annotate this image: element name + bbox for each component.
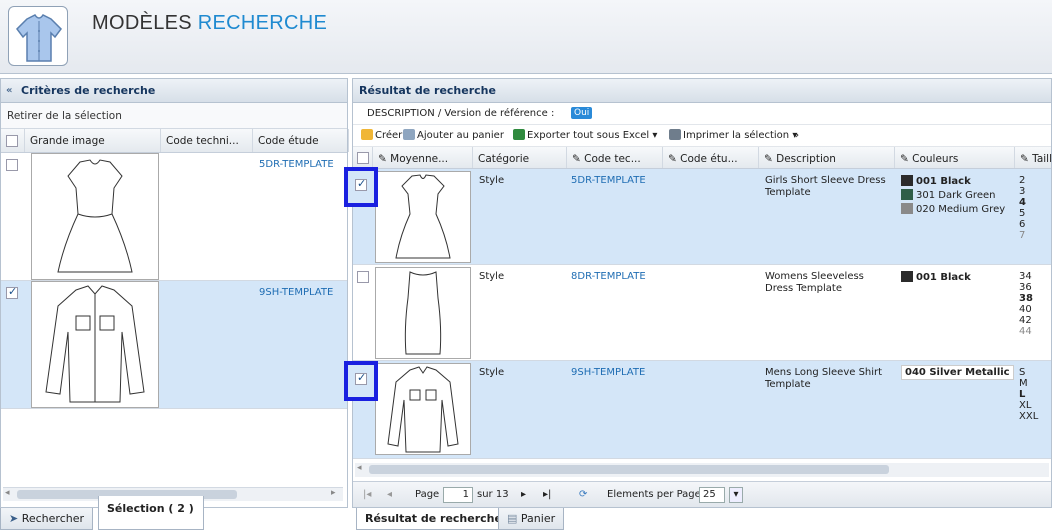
row-checkbox-highlight[interactable] bbox=[344, 361, 378, 401]
garment-logo-icon bbox=[8, 6, 68, 66]
code-link[interactable]: 9SH-TEMPLATE bbox=[259, 287, 333, 298]
row-checkbox[interactable] bbox=[357, 271, 369, 283]
version-badge[interactable]: Oui bbox=[571, 107, 593, 119]
printer-icon bbox=[669, 129, 681, 140]
next-page-icon[interactable]: ▸ bbox=[521, 482, 526, 508]
sizes-list: 234567 bbox=[1019, 175, 1026, 241]
row-checkbox[interactable] bbox=[6, 285, 18, 299]
colors-list: 001 Black 301 Dark Green 020 Medium Grey bbox=[901, 175, 1005, 217]
results-grid-header: ✎ Moyenne... Catégorie ✎ Code tec... ✎ C… bbox=[353, 147, 1052, 169]
shirt-thumbnail bbox=[31, 281, 159, 408]
col-code-etude[interactable]: Code étude bbox=[253, 129, 349, 152]
left-grid-header: Grande image Code techni... Code étude bbox=[1, 129, 349, 153]
code-link[interactable]: 5DR-TEMPLATE bbox=[571, 175, 646, 186]
tab-selection[interactable]: Sélection ( 2 ) bbox=[98, 496, 204, 530]
tab-cart[interactable]: ▤ Panier bbox=[498, 508, 565, 530]
col-description[interactable]: ✎ Description bbox=[759, 147, 895, 168]
description-bar: DESCRIPTION / Version de référence : Oui bbox=[353, 103, 1051, 125]
results-title: Résultat de recherche bbox=[353, 79, 1051, 103]
horizontal-scrollbar[interactable]: ◂ bbox=[355, 463, 1049, 477]
col-couleurs[interactable]: ✎ Couleurs bbox=[895, 147, 1015, 168]
toolbar: Créer Ajouter au panier Exporter tout so… bbox=[353, 125, 1051, 147]
code-link[interactable]: 8DR-TEMPLATE bbox=[571, 271, 646, 282]
add-cart-button[interactable]: Ajouter au panier bbox=[403, 125, 504, 147]
dress-thumbnail bbox=[375, 267, 471, 359]
create-icon bbox=[361, 129, 373, 140]
cart-icon: ▤ bbox=[507, 512, 518, 525]
remove-selection-link[interactable]: Retirer de la sélection bbox=[1, 103, 347, 129]
col-taille[interactable]: ✎ Taille bbox=[1015, 147, 1052, 168]
sizes-list: S M L XL XXL bbox=[1019, 367, 1039, 422]
table-row[interactable]: Style 9SH-TEMPLATE Mens Long Sleeve Shir… bbox=[353, 361, 1051, 459]
col-code-etu[interactable]: ✎ Code étu... bbox=[663, 147, 759, 168]
chevron-down-icon[interactable]: ▾ bbox=[729, 487, 743, 503]
cart-icon bbox=[403, 129, 415, 140]
prev-page-icon[interactable]: ◂ bbox=[387, 482, 392, 508]
col-grande-image[interactable]: Grande image bbox=[25, 129, 161, 152]
results-panel: Résultat de recherche DESCRIPTION / Vers… bbox=[352, 78, 1052, 508]
export-excel-button[interactable]: Exporter tout sous Excel ▾ bbox=[513, 125, 657, 147]
table-row[interactable]: Style 5DR-TEMPLATE Girls Short Sleeve Dr… bbox=[353, 169, 1051, 265]
more-button[interactable]: » bbox=[793, 125, 799, 147]
tab-search[interactable]: ➤ Rechercher bbox=[0, 508, 94, 530]
table-row[interactable]: Style 8DR-TEMPLATE Womens Sleeveless Dre… bbox=[353, 265, 1051, 361]
table-row[interactable]: 5DR-TEMPLATE bbox=[1, 153, 347, 281]
row-checkbox-highlight[interactable] bbox=[344, 167, 378, 207]
pager: |◂ ◂ Page 1 sur 13 ▸ ▸| ⟳ Elements per P… bbox=[353, 481, 1051, 507]
dress-thumbnail bbox=[31, 153, 159, 280]
criteria-panel: « Critères de recherche Retirer de la sé… bbox=[0, 78, 349, 508]
col-categorie[interactable]: Catégorie bbox=[473, 147, 567, 168]
shirt-thumbnail bbox=[375, 363, 471, 455]
page-input[interactable]: 1 bbox=[443, 487, 473, 503]
row-checkbox[interactable] bbox=[6, 159, 18, 171]
code-link[interactable]: 5DR-TEMPLATE bbox=[259, 159, 334, 170]
create-button[interactable]: Créer bbox=[361, 125, 402, 147]
app-title: MODÈLES RECHERCHE bbox=[92, 12, 328, 34]
col-moyenne[interactable]: ✎ Moyenne... bbox=[373, 147, 473, 168]
collapse-icon[interactable]: « bbox=[6, 79, 12, 103]
last-page-icon[interactable]: ▸| bbox=[543, 482, 551, 508]
select-all-checkbox[interactable] bbox=[6, 135, 18, 147]
excel-icon bbox=[513, 129, 525, 140]
color-tag: 040 Silver Metallic bbox=[901, 365, 1014, 380]
panel-title: Critères de recherche bbox=[21, 84, 156, 97]
print-button[interactable]: Imprimer la sélection ▾ bbox=[669, 125, 797, 147]
sizes-list: 34 36 38 40 42 44 bbox=[1019, 271, 1033, 337]
code-link[interactable]: 9SH-TEMPLATE bbox=[571, 367, 645, 378]
colors-list: 001 Black bbox=[901, 271, 971, 285]
select-all-checkbox[interactable] bbox=[357, 152, 369, 164]
first-page-icon[interactable]: |◂ bbox=[363, 482, 371, 508]
search-arrow-icon: ➤ bbox=[9, 512, 19, 525]
col-code-technique[interactable]: Code techni... bbox=[161, 129, 253, 152]
col-code-tec[interactable]: ✎ Code tec... bbox=[567, 147, 663, 168]
refresh-icon[interactable]: ⟳ bbox=[579, 482, 587, 508]
table-row[interactable]: 9SH-TEMPLATE bbox=[1, 281, 347, 409]
tab-results[interactable]: Résultat de recherche bbox=[356, 508, 511, 530]
per-page-select[interactable]: 25 bbox=[699, 487, 725, 503]
dress-thumbnail bbox=[375, 171, 471, 263]
